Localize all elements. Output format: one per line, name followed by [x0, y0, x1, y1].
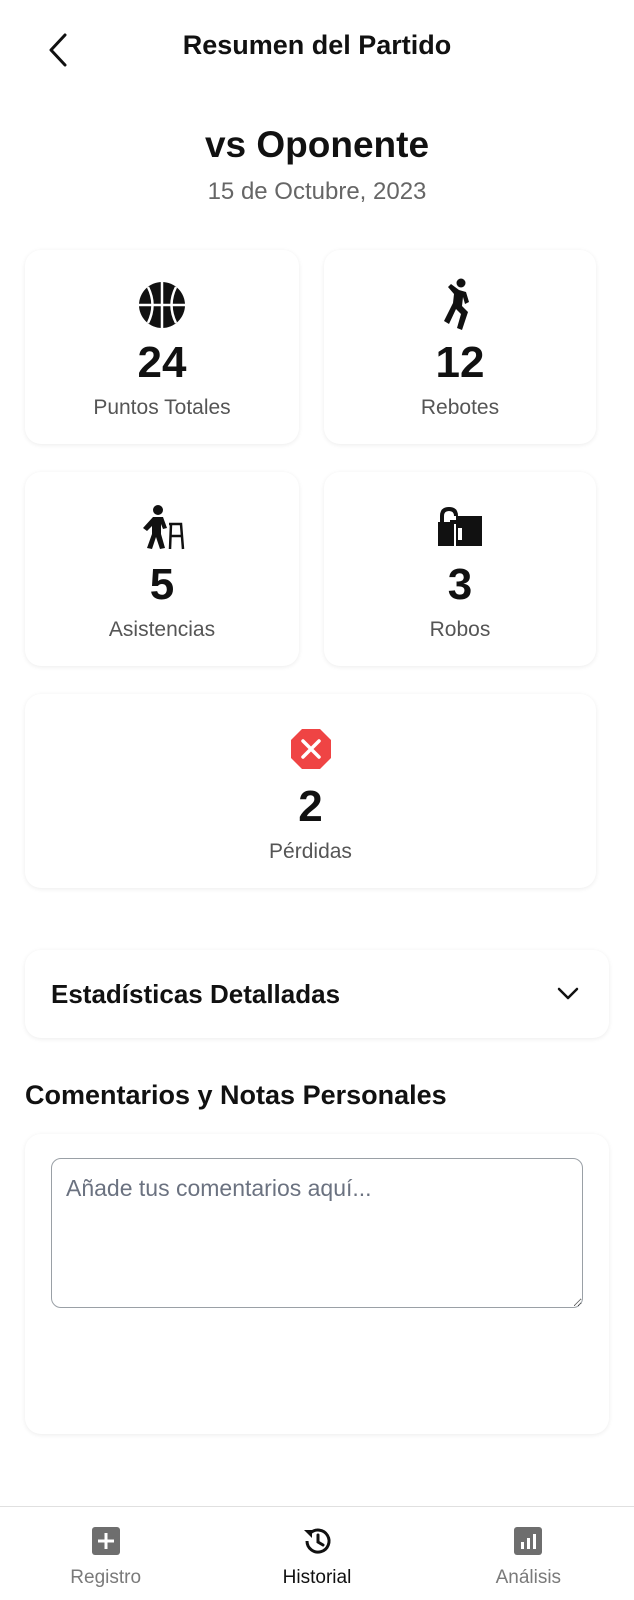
stat-card-turnovers: 2 Pérdidas [25, 694, 596, 888]
error-octagon-icon [286, 724, 336, 774]
jumping-player-icon [435, 278, 485, 330]
nav-label: Historial [282, 1567, 352, 1588]
bottom-nav: Registro Historial Análisis [0, 1506, 634, 1600]
stat-label: Asistencias [108, 618, 216, 641]
comments-section-title: Comentarios y Notas Personales [25, 1080, 447, 1110]
match-date: 15 de Octubre, 2023 [207, 178, 427, 205]
nav-item-historial[interactable]: Historial [211, 1507, 422, 1600]
nav-item-registro[interactable]: Registro [0, 1507, 211, 1600]
match-opponent: vs Oponente [204, 124, 430, 165]
comments-textarea[interactable] [51, 1158, 583, 1308]
stat-label: Rebotes [420, 396, 500, 419]
open-lock-icon [435, 502, 485, 552]
chevron-down-icon [553, 979, 583, 1009]
analytics-icon [512, 1525, 544, 1557]
nav-label: Registro [70, 1567, 142, 1588]
nav-label: Análisis [495, 1567, 562, 1588]
stat-card-rebounds: 12 Rebotes [324, 250, 596, 444]
stat-value: 2 [298, 782, 323, 831]
page-title: Resumen del Partido [182, 30, 452, 60]
add-box-icon [90, 1525, 122, 1557]
detailed-stats-title: Estadísticas Detalladas [51, 978, 341, 1009]
nav-item-analisis[interactable]: Análisis [423, 1507, 634, 1600]
app-header: Resumen del Partido [0, 0, 634, 100]
comments-card [25, 1134, 609, 1434]
stat-label: Robos [429, 618, 491, 641]
stat-card-steals: 3 Robos [324, 472, 596, 666]
stat-label: Puntos Totales [93, 396, 231, 419]
stat-card-points: 24 Puntos Totales [25, 250, 299, 444]
stat-value: 5 [149, 560, 175, 609]
stat-value: 3 [447, 560, 473, 609]
assist-person-icon [137, 502, 187, 552]
stat-label: Pérdidas [269, 840, 352, 863]
stat-value: 24 [137, 338, 187, 387]
basketball-icon [137, 280, 187, 330]
stat-card-assists: 5 Asistencias [25, 472, 299, 666]
history-icon [301, 1525, 333, 1557]
stat-value: 12 [435, 338, 485, 387]
detailed-stats-accordion[interactable]: Estadísticas Detalladas [25, 950, 609, 1038]
